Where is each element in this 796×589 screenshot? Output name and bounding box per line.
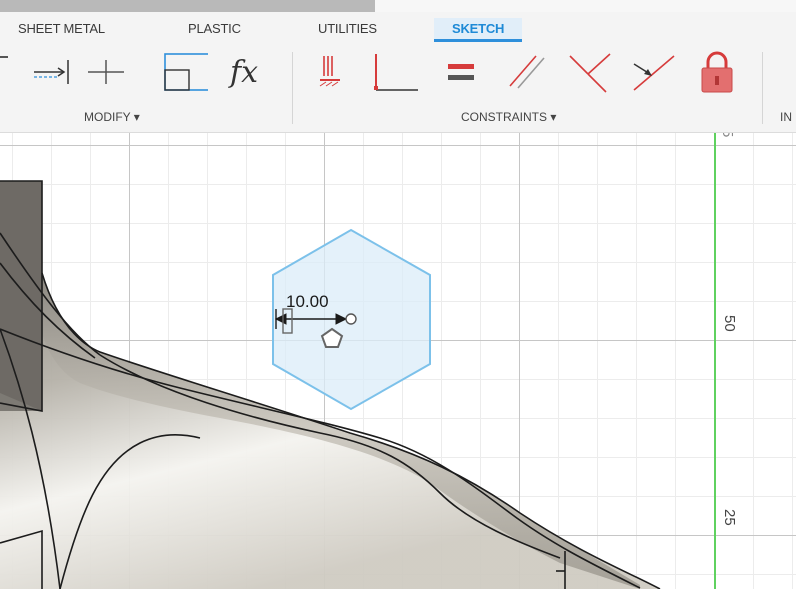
fx-parameters-icon[interactable]: fx: [228, 50, 276, 94]
equal-icon[interactable]: [438, 50, 486, 94]
sketch-canvas[interactable]: 10.00 50 25 5: [0, 133, 796, 589]
modify-group-label[interactable]: MODIFY ▾: [84, 110, 140, 124]
parallel-icon[interactable]: [500, 50, 548, 94]
axis-label-top: 5: [719, 133, 736, 138]
fix-lock-icon[interactable]: [696, 50, 744, 94]
offset-icon[interactable]: [30, 50, 78, 94]
sketch-geometry: [0, 133, 716, 589]
group-separator: [292, 52, 293, 124]
constraints-group-label[interactable]: CONSTRAINTS ▾: [461, 110, 556, 124]
insert-group-label-clipped[interactable]: IN: [780, 110, 792, 124]
cut-off-tool: [0, 56, 8, 58]
tab-plastic[interactable]: PLASTIC: [188, 18, 241, 40]
perpendicular-icon[interactable]: [370, 50, 418, 94]
ribbon-panel: fx MODIFY ▾ CONSTRAINTS ▾ IN: [0, 46, 796, 133]
dimension-value[interactable]: 10.00: [286, 292, 329, 312]
group-separator: [762, 52, 763, 124]
tab-utilities[interactable]: UTILITIES: [318, 18, 377, 40]
break-icon[interactable]: [82, 50, 130, 94]
title-strip: [0, 0, 796, 12]
ribbon-tab-bar: SHEET METAL PLASTIC UTILITIES SKETCH: [0, 12, 796, 46]
tab-sheet-metal[interactable]: SHEET METAL: [18, 18, 105, 40]
sketch-scale-icon[interactable]: [160, 50, 208, 94]
title-strip-dark: [0, 0, 375, 12]
axis-label-25: 25: [721, 509, 738, 526]
axis-label-50: 50: [721, 315, 738, 332]
tab-sketch[interactable]: SKETCH: [434, 18, 523, 42]
svg-text:fx: fx: [228, 55, 258, 90]
horizontal-vertical-icon[interactable]: [310, 50, 358, 94]
midpoint-icon[interactable]: [630, 50, 678, 94]
tangent-icon[interactable]: [566, 50, 614, 94]
hexagon-center-point: [345, 313, 357, 325]
